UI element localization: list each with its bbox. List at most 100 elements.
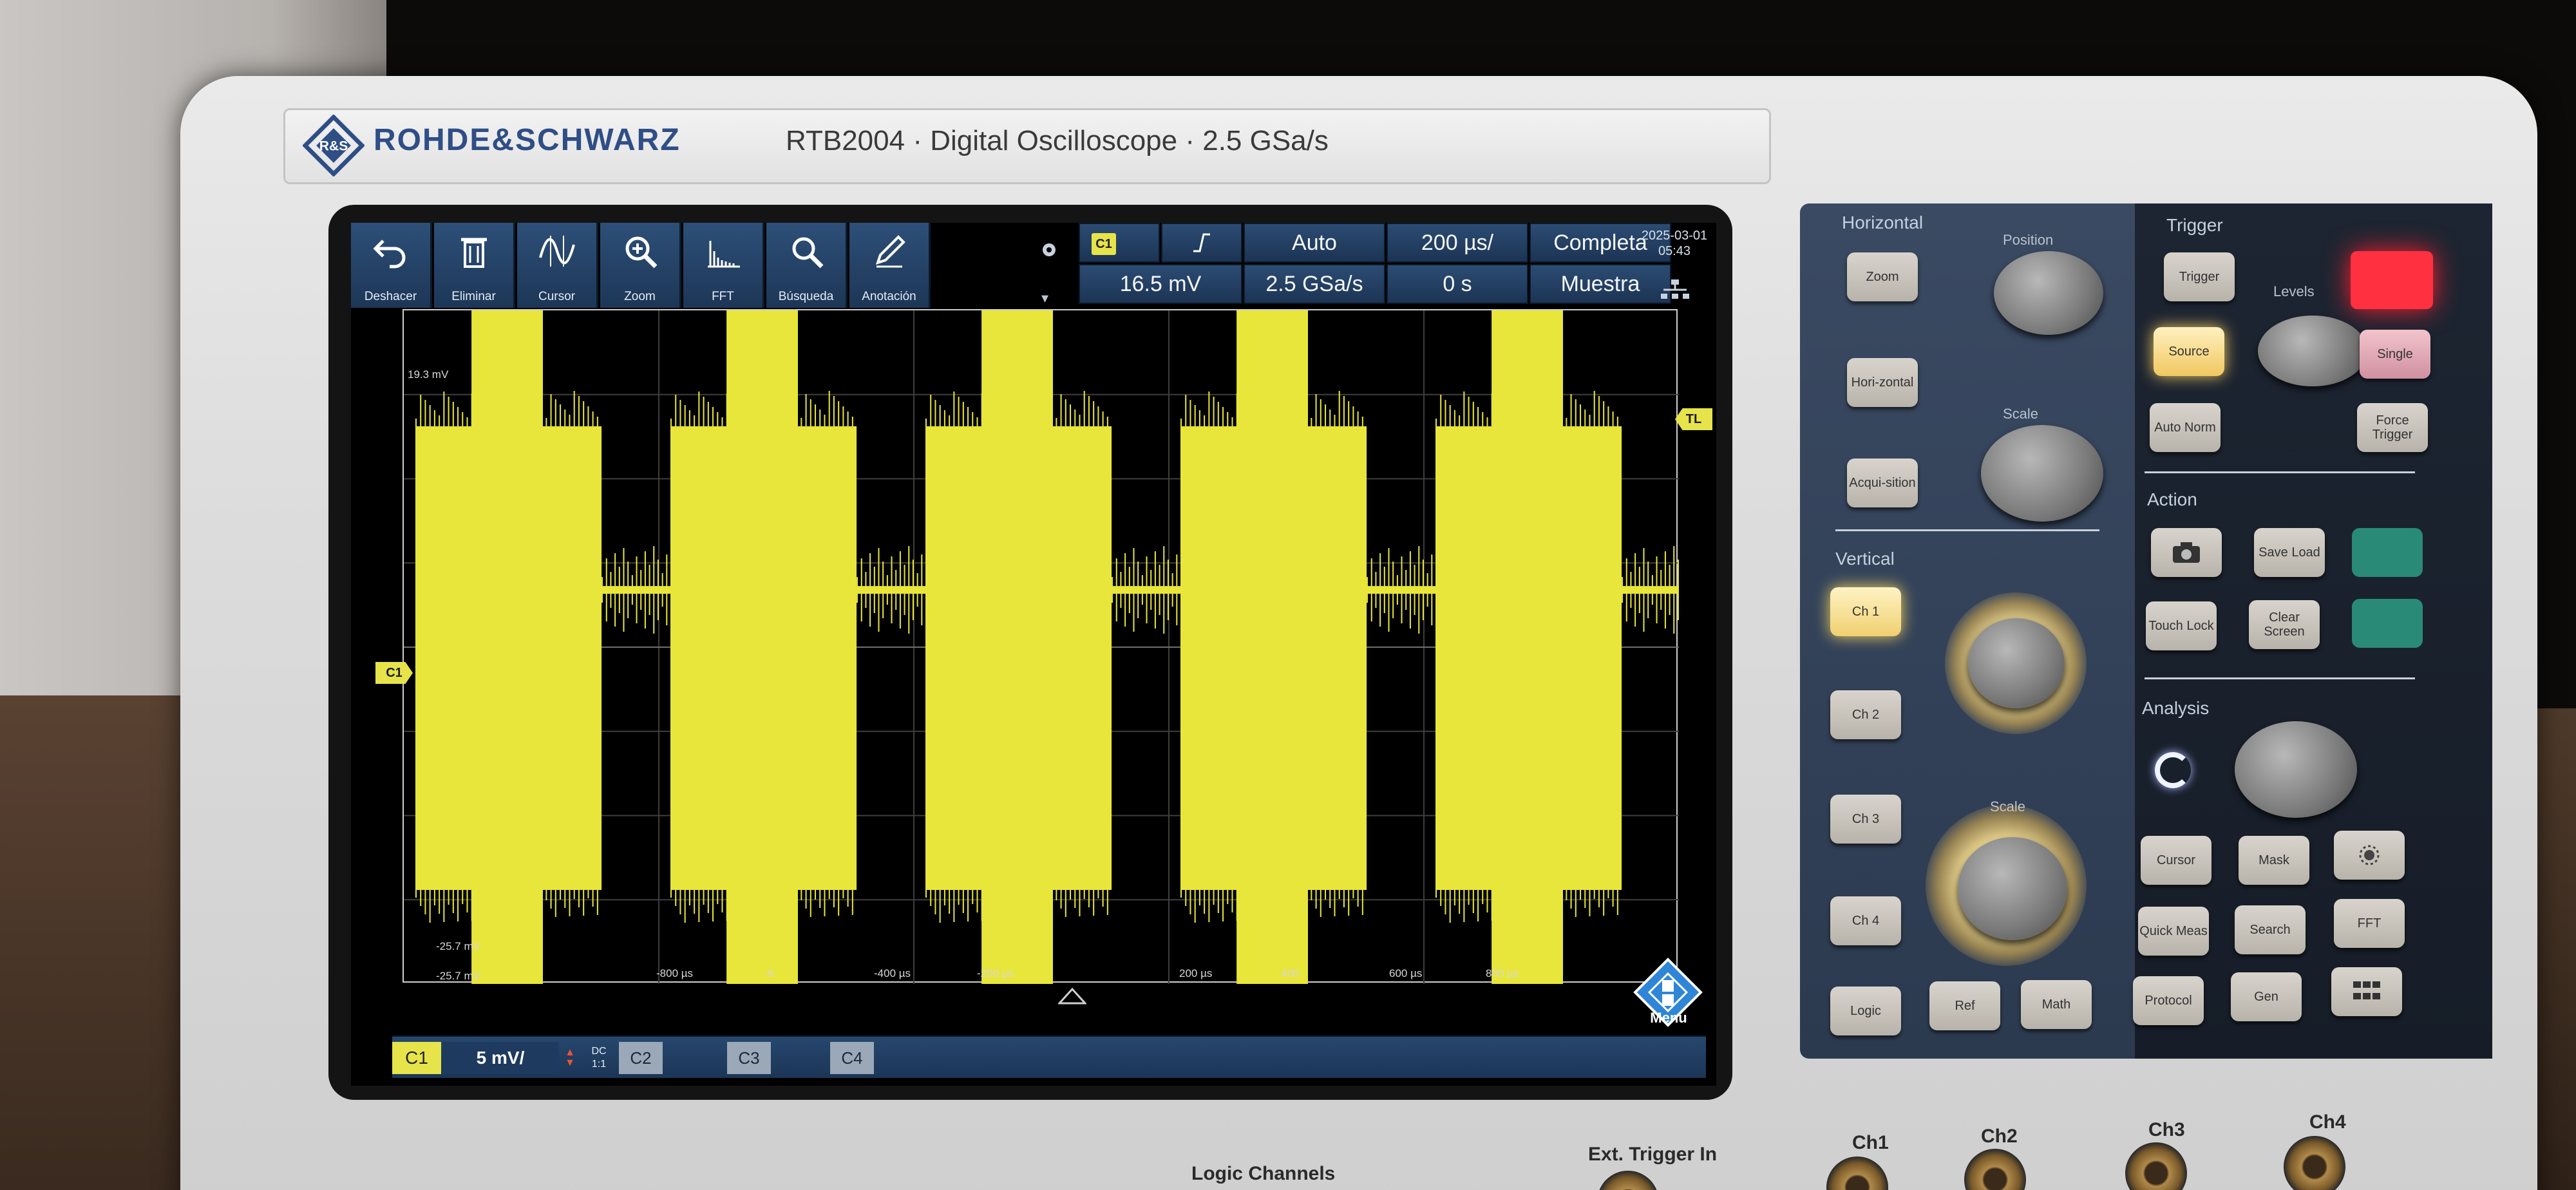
cursor-button[interactable]: Cursor (2141, 836, 2211, 885)
waveform-burst (475, 890, 477, 903)
waveform-burst (712, 890, 714, 921)
quick-meas-button[interactable]: Quick Meas (2138, 907, 2209, 956)
sample-rate-cell[interactable]: 2.5 GSa/s (1244, 264, 1385, 304)
intensity-button[interactable] (2334, 831, 2405, 880)
settings-gear-icon[interactable] (1039, 240, 1059, 260)
channel-1-offset-marker[interactable]: C1 (375, 662, 413, 684)
waveform-burst (554, 890, 556, 917)
waveform-burst (976, 417, 978, 426)
acquisition-button[interactable]: Acqui-sition (1847, 458, 1918, 507)
apps-button[interactable] (2331, 967, 2402, 1016)
waveform-burst (618, 567, 620, 614)
time-scale-cell[interactable]: 200 µs/ (1387, 223, 1528, 263)
waveform-burst (1176, 554, 1178, 626)
protocol-button[interactable]: Protocol (2133, 976, 2204, 1025)
force-trigger-button[interactable]: Force Trigger (2357, 403, 2428, 452)
channel-1-scale[interactable]: 5 mV/ (442, 1042, 558, 1074)
vertical-position-knob[interactable] (1968, 618, 2065, 708)
single-button[interactable]: Single (2360, 330, 2430, 379)
channel-2-tab[interactable]: C2 (619, 1042, 663, 1074)
user-button-1[interactable] (2352, 528, 2423, 577)
horizontal-position-cell[interactable]: 0 s (1387, 264, 1528, 304)
screenshot-button[interactable] (2151, 528, 2222, 577)
auto-norm-button[interactable]: Auto Norm (2150, 403, 2221, 452)
toolbar-undo-button[interactable]: Deshacer (351, 223, 432, 308)
waveform-burst (1083, 890, 1085, 899)
math-button[interactable]: Math (2021, 980, 2092, 1029)
waveform-burst (1396, 575, 1398, 605)
waveform-burst (1468, 397, 1470, 426)
search-button[interactable]: Search (2235, 905, 2306, 954)
waveform-burst (1491, 393, 1493, 426)
touch-lock-button[interactable]: Touch Lock (2146, 601, 2217, 650)
waveform-burst (1240, 399, 1242, 426)
channel-1-scale-arrows-icon[interactable]: ▲ ▼ (558, 1042, 582, 1074)
waveform-burst (958, 890, 960, 905)
waveform-burst (596, 417, 598, 426)
waveform-burst (730, 399, 732, 426)
waveform-burst (1551, 402, 1553, 426)
trigger-mode-cell[interactable]: Auto (1244, 223, 1385, 263)
fft-button[interactable]: FFT (2334, 899, 2405, 948)
save-load-button[interactable]: Save Load (2254, 528, 2325, 577)
toolbar-delete-button[interactable]: Eliminar (434, 223, 515, 308)
trigger-level-marker[interactable]: TL (1675, 408, 1712, 430)
waveform-burst (777, 392, 779, 426)
source-button[interactable]: Source (2154, 327, 2224, 376)
clear-screen-button[interactable]: Clear Screen (2249, 600, 2320, 649)
waveform-burst (1189, 890, 1191, 914)
waveform-burst (777, 890, 779, 910)
waveform-burst (990, 890, 992, 912)
waveform-burst (1027, 416, 1029, 426)
trigger-button[interactable]: Trigger (2164, 252, 2235, 301)
waveform-burst (1097, 406, 1099, 426)
toolbar-fft-button[interactable]: FFT (683, 223, 764, 308)
toolbar-search-button[interactable]: Búsqueda (766, 223, 848, 308)
zoom-button[interactable]: Zoom (1847, 252, 1918, 301)
toolbar-zoom-button[interactable]: Zoom (600, 223, 681, 308)
horizontal-button[interactable]: Hori-zontal (1847, 358, 1918, 407)
run-stop-button[interactable] (2351, 251, 2433, 309)
waveform-burst (819, 890, 821, 908)
vertical-scale-knob[interactable] (1958, 837, 2067, 940)
logic-button[interactable]: Logic (1830, 987, 1901, 1035)
waveform-burst (1593, 391, 1595, 426)
ch3-button[interactable]: Ch 3 (1830, 795, 1901, 844)
waveform-burst (636, 556, 638, 624)
waveform-burst (1622, 586, 1679, 594)
ch2-button[interactable]: Ch 2 (1830, 690, 1901, 739)
trigger-level-cell[interactable]: 16.5 mV (1079, 264, 1242, 304)
waveform-burst (1561, 890, 1563, 918)
user-button-2[interactable] (2352, 599, 2423, 648)
waveform-burst (1051, 413, 1053, 426)
waveform-burst (1357, 890, 1359, 907)
waveform-burst (1357, 411, 1359, 426)
toolbar-cursor-button[interactable]: Cursor (517, 223, 598, 308)
waveform-burst (810, 399, 811, 426)
ch4-button[interactable]: Ch 4 (1830, 896, 1901, 945)
ref-button[interactable]: Ref (1929, 981, 2000, 1030)
horizontal-position-knob[interactable] (1994, 251, 2103, 335)
acquisition-type-cell[interactable]: Muestra (1530, 264, 1671, 304)
gen-button[interactable]: Gen (2231, 972, 2302, 1021)
toolbar-annotation-button[interactable]: Anotación (849, 223, 931, 308)
waveform-burst (517, 890, 519, 902)
channel-3-tab[interactable]: C3 (727, 1042, 771, 1074)
waveform-burst (698, 392, 700, 426)
waveform-burst (1150, 570, 1152, 610)
waveform-burst (1204, 415, 1206, 426)
channel-1-tab[interactable]: C1 (392, 1042, 441, 1074)
trigger-source-cell[interactable]: C1 (1079, 223, 1160, 263)
trigger-position-marker-icon[interactable] (1058, 988, 1086, 1005)
trigger-level-knob[interactable] (2258, 316, 2367, 386)
mask-button[interactable]: Mask (2239, 836, 2309, 885)
analysis-knob[interactable] (2235, 721, 2357, 818)
rohde-schwarz-logo-icon: R&S (303, 115, 365, 176)
chevron-down-icon[interactable]: ▾ (1041, 290, 1048, 307)
ch1-button[interactable]: Ch 1 (1830, 587, 1901, 636)
channel-4-tab[interactable]: C4 (830, 1042, 874, 1074)
date-time: 2025-03-01 05:43 (1639, 228, 1710, 259)
horizontal-scale-knob[interactable] (1981, 425, 2103, 522)
waveform-grid[interactable]: 19.3 mV -25.7 mV -25.7 mV -800 µs -6 -40… (402, 309, 1679, 984)
trigger-slope-cell[interactable] (1161, 223, 1242, 263)
